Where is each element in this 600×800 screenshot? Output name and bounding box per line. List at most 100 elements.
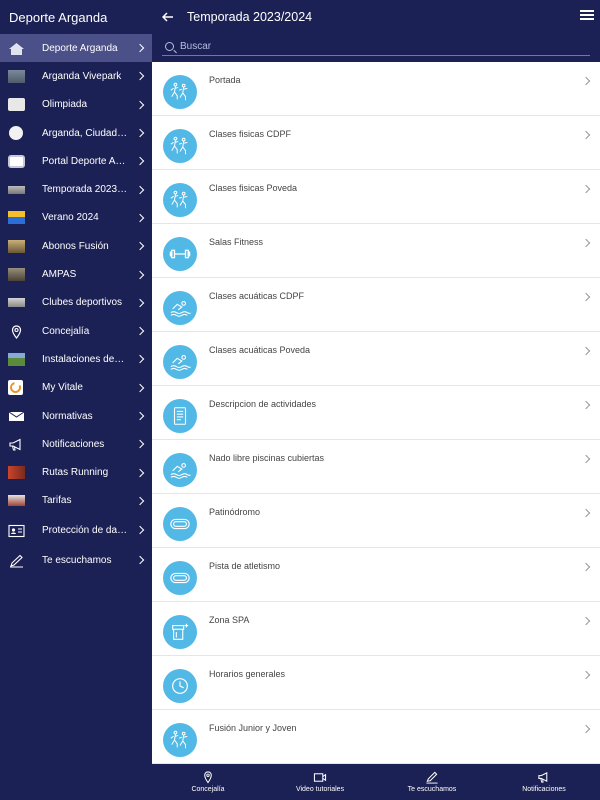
myvitale-thumb [8,380,23,396]
sidebar-item-ciudad-europea[interactable]: Arganda, Ciudad Europea del Deporte [0,119,152,147]
temporada-thumb [8,185,25,194]
tarifas-thumb [8,495,25,507]
tab-video-tutoriales[interactable]: Video tutoriales [264,764,376,800]
list-item-title: Zona SPA [209,615,250,625]
list-item-pista-atletismo[interactable]: Pista de atletismo [152,548,600,602]
sidebar-item-portal[interactable]: Portal Deporte Arganda [0,147,152,175]
list-item-clases-fisicas-cdpf[interactable]: Clases fisicas CDPF [152,116,600,170]
sidebar-item-rutas[interactable]: Rutas Running [0,458,152,486]
sidebar-item-label: AMPAS [42,269,77,281]
chevron-right-icon [135,525,145,535]
ciudad-europea-thumb [9,126,23,141]
sidebar-item-vivepark[interactable]: Arganda Vivepark [0,62,152,90]
list-item-title: Clases acuáticas CDPF [209,291,305,301]
home-icon [8,42,25,55]
sidebar-item-label: Olimpiada [42,99,88,111]
spa-towel-icon [163,615,197,649]
video-camera-icon [313,773,327,782]
swimmer-icon [163,345,197,379]
list-item-horarios[interactable]: Horarios generales [152,656,600,710]
search-bar [162,38,590,56]
menu-button[interactable] [580,10,594,22]
chevron-right-icon [581,130,591,140]
sidebar-item-label: My Vitale [42,382,83,394]
list-item-salas-fitness[interactable]: Salas Fitness [152,224,600,278]
page-title: Temporada 2023/2024 [187,10,313,24]
tab-label: Video tutoriales [295,786,345,793]
chevron-right-icon [581,400,591,410]
chevron-right-icon [581,184,591,194]
chevron-right-icon [135,213,145,223]
sidebar-item-label: Te escuchamos [42,554,112,566]
list-item-title: Clases acuáticas Poveda [209,345,311,355]
chevron-right-icon [135,355,145,364]
sidebar-item-abonos[interactable]: Abonos Fusión [0,232,152,260]
arrow-left-icon [162,12,173,22]
search-input[interactable] [180,41,580,52]
sidebar-item-deporte-arganda[interactable]: Deporte Arganda [0,34,152,63]
sidebar-item-myvitale[interactable]: My Vitale [0,374,152,402]
dumbbell-icon [163,237,197,271]
sidebar-item-clubes[interactable]: Clubes deportivos [0,289,152,317]
sidebar-item-verano[interactable]: Verano 2024 [0,204,152,232]
location-pin-icon [8,325,25,339]
list-item-descripcion-actividades[interactable]: Descripcion de actividades [152,386,600,440]
location-pin-icon [204,771,212,784]
list-item-title: Horarios generales [209,669,286,679]
swimmer-icon [163,291,197,325]
tab-concejalia[interactable]: Concejalía [152,764,264,800]
sidebar-item-proteccion[interactable]: Protección de datos [0,515,152,545]
sidebar-item-label: Notificaciones [42,438,105,450]
sidebar-title: Deporte Arganda [9,9,108,25]
hamburger-icon [580,10,594,12]
list-item-clases-acuaticas-cdpf[interactable]: Clases acuáticas CDPF [152,278,600,332]
sidebar-item-notificaciones[interactable]: Notificaciones [0,430,152,458]
pencil-icon [8,554,25,568]
back-button[interactable] [160,9,176,25]
sidebar-item-concejalia[interactable]: Concejalía [0,317,152,345]
chevron-right-icon [581,454,591,464]
sidebar-item-label: Portal Deporte Arganda [42,155,128,167]
sidebar-item-te-escuchamos[interactable]: Te escuchamos [0,545,152,575]
list-item-clases-acuaticas-poveda[interactable]: Clases acuáticas Poveda [152,332,600,386]
chevron-right-icon [135,555,145,565]
sidebar-item-label: Tarifas [42,495,72,507]
bottom-tab-bar: Concejalía Video tutoriales Te escuchamo… [152,764,600,800]
sidebar-item-normativas[interactable]: Normativas [0,402,152,430]
vivepark-thumb [8,69,25,83]
document-icon [163,399,197,433]
megaphone-icon [538,772,548,783]
sidebar-item-label: Rutas Running [42,467,109,479]
chevron-right-icon [135,411,145,421]
clubes-thumb [8,298,25,308]
tab-label: Concejalía [191,786,225,793]
search-icon [165,42,174,51]
sidebar-item-label: Instalaciones deportivas [42,353,128,365]
list-item-portada[interactable]: Portada [152,62,600,116]
sidebar-item-tarifas[interactable]: Tarifas [0,487,152,515]
runners-icon [163,723,197,757]
pencil-icon [426,771,438,784]
tab-notificaciones[interactable]: Notificaciones [488,764,600,800]
portal-thumb [8,154,25,168]
list-item-fusion-junior[interactable]: Fusión Junior y Joven [152,710,600,764]
list-item-patinodromo[interactable]: Patinódromo [152,494,600,548]
sidebar-item-label: Arganda, Ciudad Europea del Deporte [42,127,128,139]
list-item-title: Nado libre piscinas cubiertas [209,453,325,463]
sidebar-item-ampas[interactable]: AMPAS [0,260,152,288]
sidebar-item-instalaciones[interactable]: Instalaciones deportivas [0,345,152,373]
clock-icon [163,669,197,703]
verano-thumb [8,211,25,225]
tab-te-escuchamos[interactable]: Te escuchamos [376,764,488,800]
sidebar-item-temporada[interactable]: Temporada 2023/2024 [0,175,152,203]
list-item-nado-libre[interactable]: Nado libre piscinas cubiertas [152,440,600,494]
sidebar-item-label: Abonos Fusión [42,240,109,252]
sidebar-item-olimpiada[interactable]: Olimpiada [0,91,152,119]
list-item-title: Patinódromo [209,507,261,517]
list-item-clases-fisicas-poveda[interactable]: Clases fisicas Poveda [152,170,600,224]
list-item-zona-spa[interactable]: Zona SPA [152,602,600,656]
sidebar-item-label: Deporte Arganda [42,42,118,54]
chevron-right-icon [581,670,591,680]
chevron-right-icon [581,616,591,626]
list-item-title: Clases fisicas Poveda [209,183,298,193]
